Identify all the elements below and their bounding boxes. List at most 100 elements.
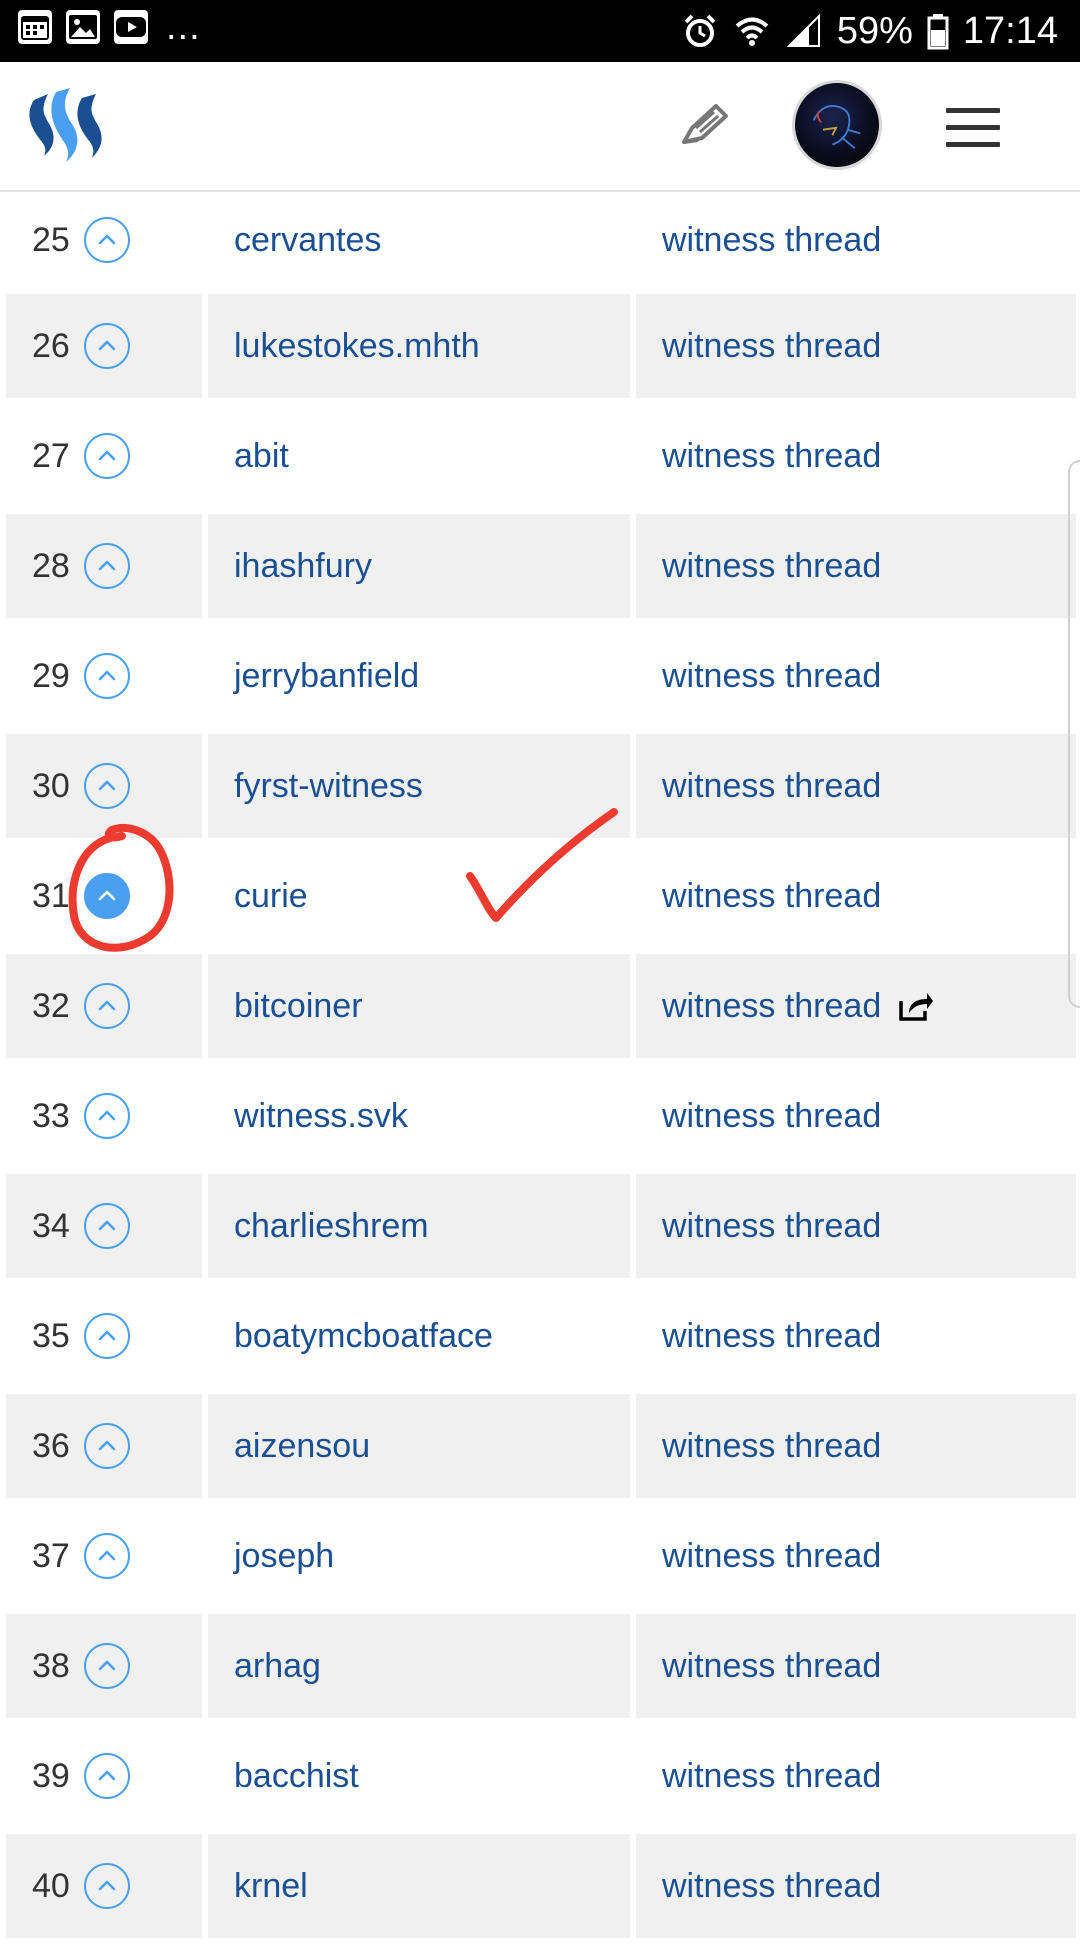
- witness-thread-cell: witness thread: [636, 1064, 1076, 1168]
- table-row: 28 ihashfury witness thread: [0, 514, 1080, 624]
- upvote-button[interactable]: [84, 433, 130, 479]
- rank-number: 37: [32, 1536, 70, 1575]
- witness-thread-link[interactable]: witness thread: [662, 767, 881, 806]
- upvote-button[interactable]: [84, 1643, 130, 1689]
- witness-name-link[interactable]: abit: [234, 437, 289, 476]
- witness-thread-cell: witness thread: [636, 1614, 1076, 1718]
- table-row: 35 boatymcboatface witness thread: [0, 1284, 1080, 1394]
- upvote-button[interactable]: [84, 543, 130, 589]
- witness-name-cell: witness.svk: [208, 1064, 630, 1168]
- witness-name-link[interactable]: curie: [234, 877, 308, 916]
- witness-name-cell: bacchist: [208, 1724, 630, 1828]
- battery-percent: 59%: [836, 9, 913, 52]
- witness-thread-link[interactable]: witness thread: [662, 987, 881, 1026]
- witness-thread-link[interactable]: witness thread: [662, 437, 881, 476]
- upvote-button[interactable]: [84, 1423, 130, 1469]
- upvote-button[interactable]: [84, 1753, 130, 1799]
- chevron-up-icon: [93, 552, 121, 580]
- witness-thread-link[interactable]: witness thread: [662, 1647, 881, 1686]
- signal-icon: [786, 13, 820, 47]
- witness-name-link[interactable]: jerrybanfield: [234, 657, 419, 696]
- witness-name-link[interactable]: bitcoiner: [234, 987, 363, 1026]
- chevron-up-icon: [93, 662, 121, 690]
- witness-name-link[interactable]: lukestokes.mhth: [234, 327, 480, 366]
- upvote-button[interactable]: [84, 653, 130, 699]
- witness-thread-link[interactable]: witness thread: [662, 547, 881, 586]
- witness-name-link[interactable]: krnel: [234, 1867, 308, 1906]
- upvote-button[interactable]: [84, 1863, 130, 1909]
- table-row: 38 arhag witness thread: [0, 1614, 1080, 1724]
- upvote-button[interactable]: [84, 1313, 130, 1359]
- wifi-icon: [735, 17, 769, 46]
- witness-thread-link[interactable]: witness thread: [662, 1867, 881, 1906]
- scroll-indicator[interactable]: [1068, 460, 1080, 1008]
- chevron-up-icon: [93, 1542, 121, 1570]
- upvote-button[interactable]: [84, 1533, 130, 1579]
- table-row: 37 joseph witness thread: [0, 1504, 1080, 1614]
- rank-number: 31: [32, 876, 70, 915]
- chevron-up-icon: [93, 1652, 121, 1680]
- witness-name-link[interactable]: witness.svk: [234, 1097, 408, 1136]
- upvote-button[interactable]: [84, 983, 130, 1029]
- user-avatar[interactable]: [792, 80, 882, 170]
- witness-thread-link[interactable]: witness thread: [662, 1757, 881, 1796]
- witness-thread-cell: witness thread: [636, 1284, 1076, 1388]
- rank-number: 29: [32, 656, 70, 695]
- upvote-button[interactable]: [84, 323, 130, 369]
- rank-number: 39: [32, 1756, 70, 1795]
- upvote-button[interactable]: [84, 217, 130, 263]
- calendar-icon: [18, 10, 52, 44]
- witness-thread-cell: witness thread: [636, 1174, 1076, 1278]
- witness-name-cell: jerrybanfield: [208, 624, 630, 728]
- witness-thread-cell: witness thread: [636, 192, 1076, 288]
- witness-thread-link[interactable]: witness thread: [662, 1427, 881, 1466]
- witness-thread-link[interactable]: witness thread: [662, 1537, 881, 1576]
- alarm-icon: [684, 14, 716, 47]
- status-bar: ... 59% 17:14: [0, 0, 1080, 62]
- upvote-button[interactable]: [84, 1203, 130, 1249]
- witness-name-link[interactable]: boatymcboatface: [234, 1317, 493, 1356]
- witness-name-link[interactable]: aizensou: [234, 1427, 370, 1466]
- table-row: 29 jerrybanfield witness thread: [0, 624, 1080, 734]
- steemit-logo[interactable]: [26, 80, 116, 170]
- witness-name-link[interactable]: ihashfury: [234, 547, 372, 586]
- witness-name-cell: ihashfury: [208, 514, 630, 618]
- upvote-button[interactable]: [84, 873, 130, 919]
- hamburger-menu-icon[interactable]: [946, 108, 1000, 148]
- witness-name-link[interactable]: arhag: [234, 1647, 321, 1686]
- witness-thread-link[interactable]: witness thread: [662, 1207, 881, 1246]
- chevron-up-icon: [93, 442, 121, 470]
- table-row: 40 krnel witness thread: [0, 1834, 1080, 1944]
- table-row: 34 charlieshrem witness thread: [0, 1174, 1080, 1284]
- rank-cell: 37: [6, 1504, 202, 1608]
- witness-name-cell: arhag: [208, 1614, 630, 1718]
- clock-time: 17:14: [962, 9, 1058, 52]
- witness-name-link[interactable]: fyrst-witness: [234, 767, 423, 806]
- witness-name-link[interactable]: bacchist: [234, 1757, 359, 1796]
- witness-thread-link[interactable]: witness thread: [662, 1097, 881, 1136]
- witness-thread-cell: witness thread: [636, 624, 1076, 728]
- rank-cell: 30: [6, 734, 202, 838]
- upvote-button[interactable]: [84, 763, 130, 809]
- witness-thread-link[interactable]: witness thread: [662, 877, 881, 916]
- witness-table: 25 cervantes witness thread 26 lukestokes.mh…: [0, 192, 1080, 1944]
- upvote-button[interactable]: [84, 1093, 130, 1139]
- witness-thread-link[interactable]: witness thread: [662, 657, 881, 696]
- witness-thread-link[interactable]: witness thread: [662, 1317, 881, 1356]
- witness-name-link[interactable]: cervantes: [234, 221, 381, 260]
- witness-name-link[interactable]: charlieshrem: [234, 1207, 429, 1246]
- gallery-icon: [66, 10, 100, 44]
- witness-name-cell: bitcoiner: [208, 954, 630, 1058]
- rank-number: 25: [32, 220, 70, 259]
- rank-cell: 28: [6, 514, 202, 618]
- table-row: 30 fyrst-witness witness thread: [0, 734, 1080, 844]
- table-row: 31 curie witness thread: [0, 844, 1080, 954]
- witness-thread-cell: witness thread: [636, 1504, 1076, 1608]
- witness-thread-cell: witness thread: [636, 954, 1076, 1058]
- table-row: 25 cervantes witness thread: [0, 192, 1080, 294]
- witness-thread-link[interactable]: witness thread: [662, 221, 881, 260]
- witness-thread-link[interactable]: witness thread: [662, 327, 881, 366]
- chevron-up-icon: [93, 226, 121, 254]
- pencil-icon[interactable]: [678, 98, 734, 154]
- witness-name-link[interactable]: joseph: [234, 1537, 334, 1576]
